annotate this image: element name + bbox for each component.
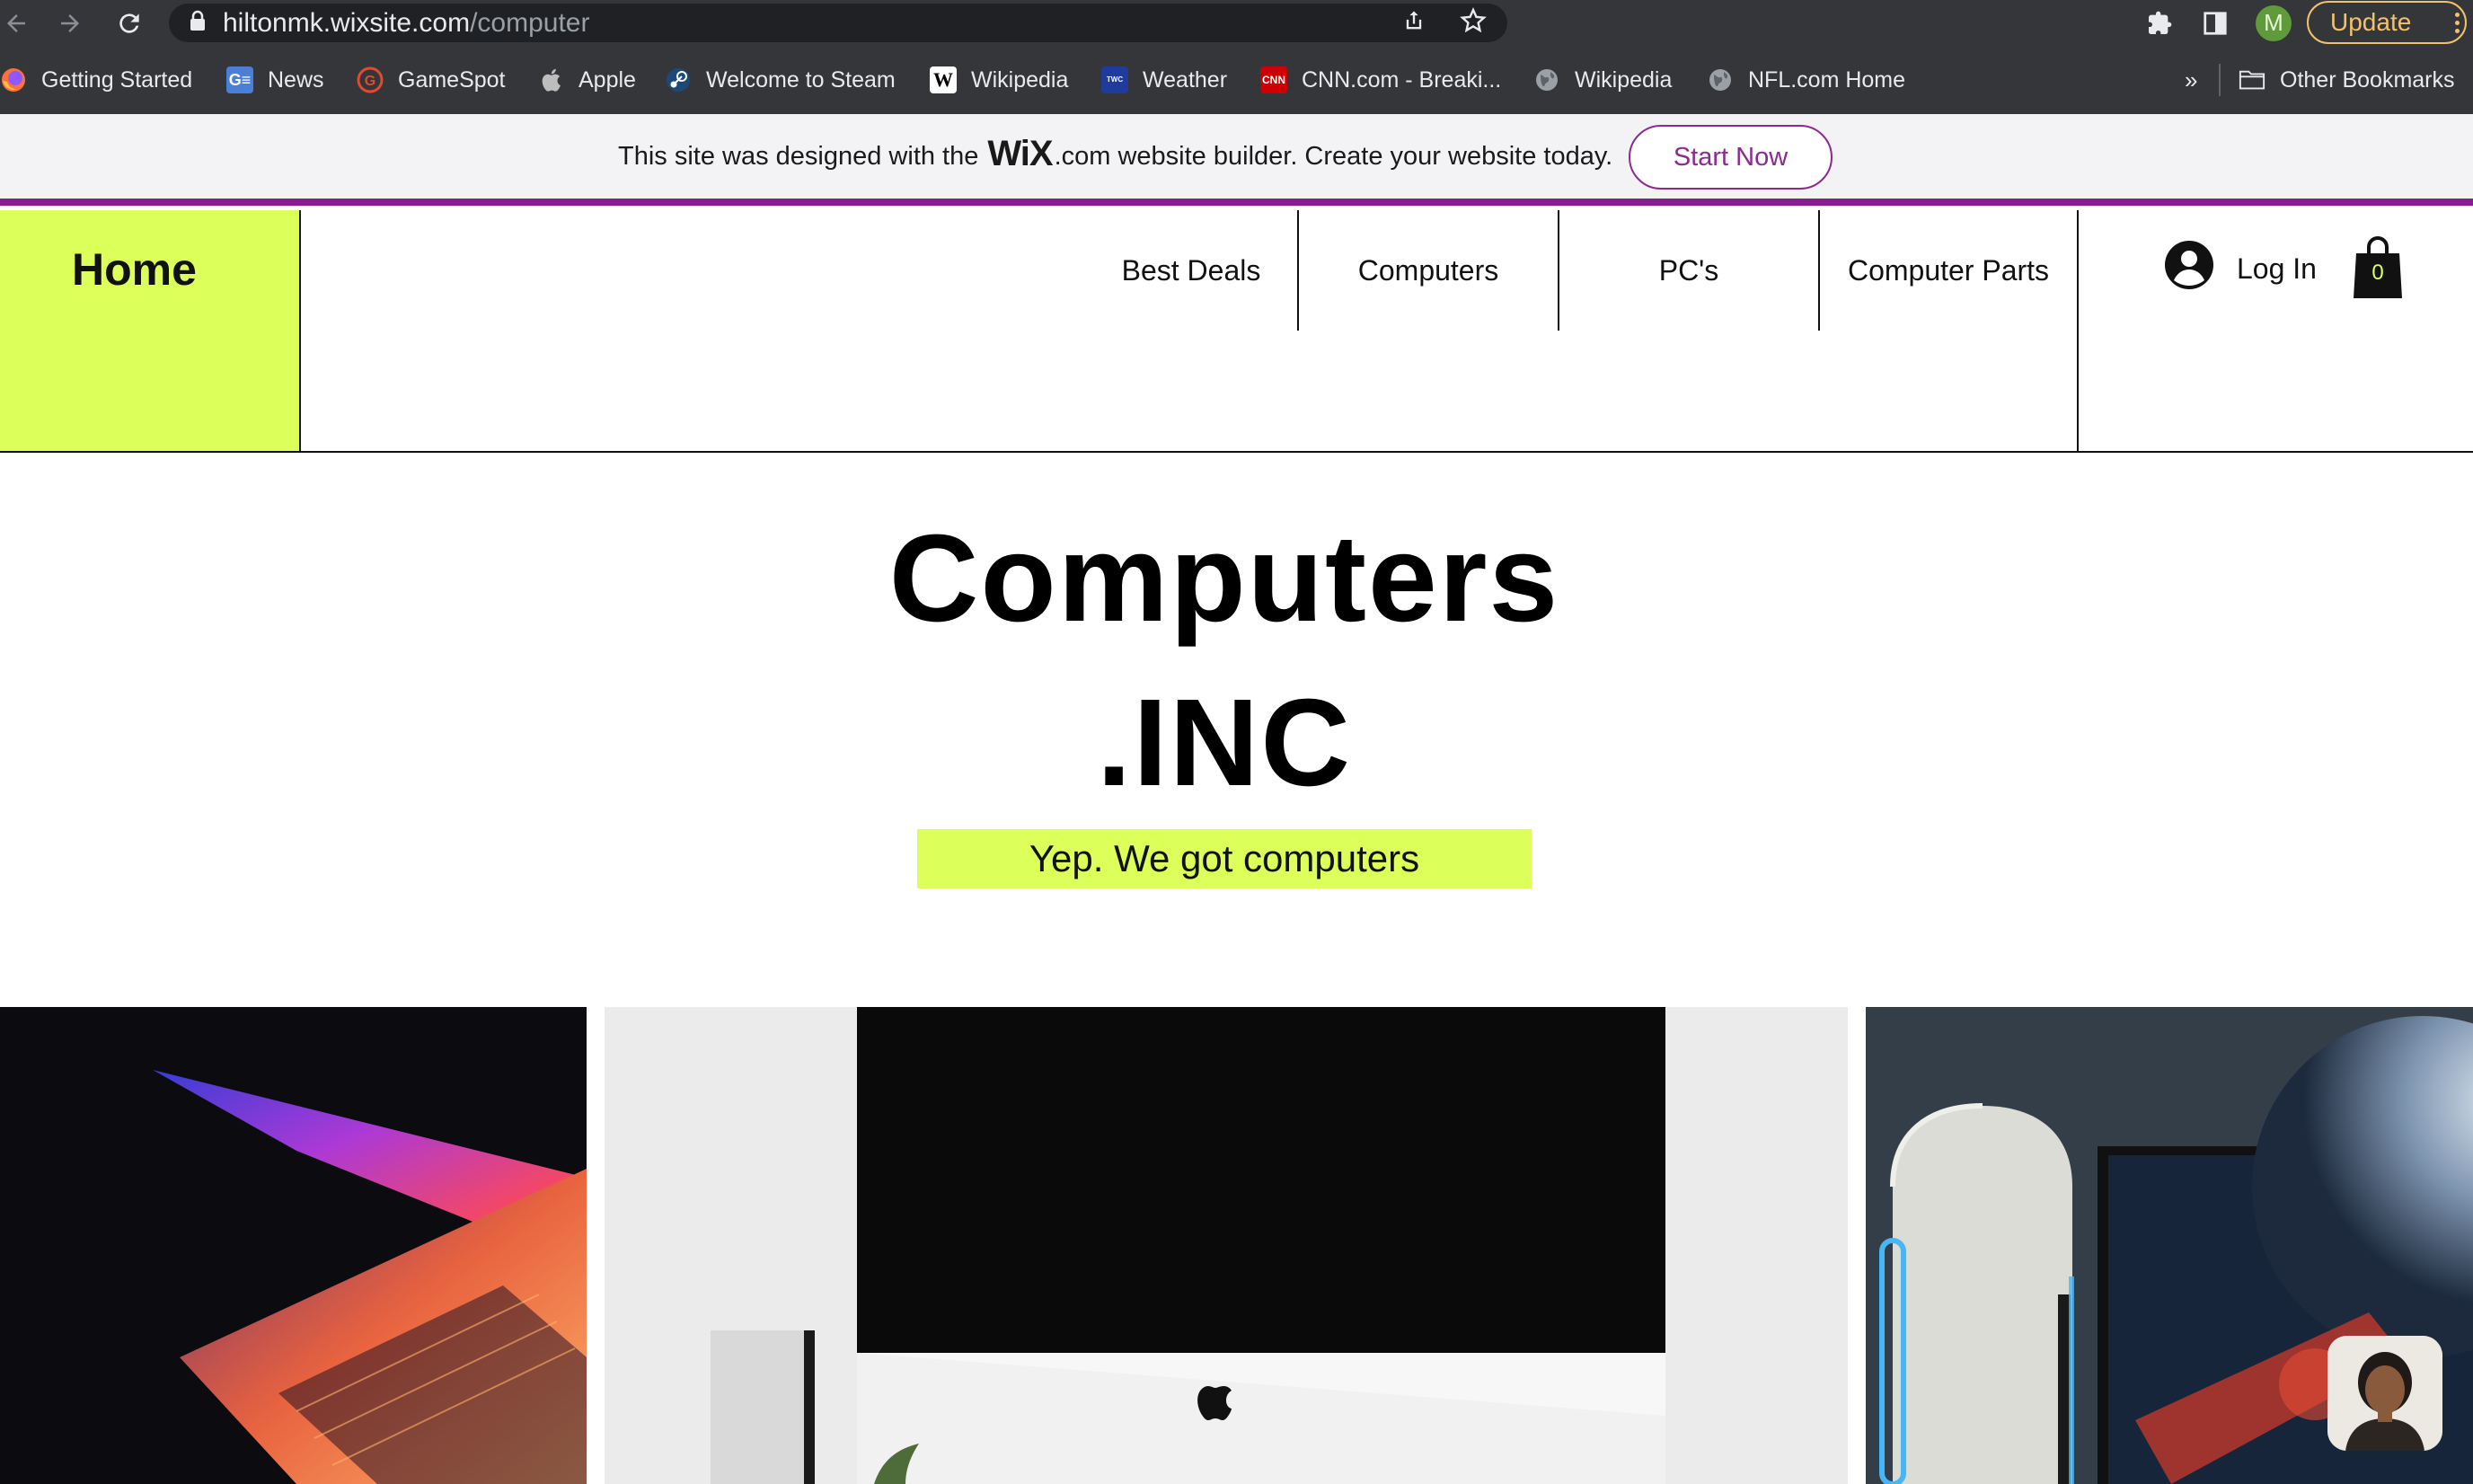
bookmark-label: Weather xyxy=(1143,66,1228,93)
bookmark-label: Wikipedia xyxy=(1575,66,1673,93)
svg-text:G: G xyxy=(365,74,375,89)
bookmark-label: Getting Started xyxy=(41,66,193,93)
extensions-icon[interactable] xyxy=(2142,0,2177,46)
overflow-label: » xyxy=(2185,66,2198,93)
bookmark-news[interactable]: G≡ News xyxy=(226,46,324,114)
bookmark-gamespot[interactable]: G GameSpot xyxy=(357,46,506,114)
bookmark-label: GameSpot xyxy=(398,66,506,93)
cart-count: 0 xyxy=(2371,261,2384,285)
promo-text-after: .com website builder. Create your websit… xyxy=(1054,141,1613,171)
bookmarks-overflow-button[interactable]: » xyxy=(2185,46,2197,114)
bookmark-wikipedia[interactable]: W Wikipedia xyxy=(930,46,1068,114)
wikipedia-icon: W xyxy=(930,66,957,93)
sidebar-icon[interactable] xyxy=(2197,0,2233,46)
folder-icon xyxy=(2239,66,2265,93)
bookmark-label: Apple xyxy=(579,66,636,93)
nav-best-deals[interactable]: Best Deals xyxy=(1085,210,1297,331)
laptop-photo[interactable] xyxy=(0,1007,587,1484)
url-text: hiltonmk.wixsite.com/computer xyxy=(223,7,590,38)
video-chat-avatar[interactable] xyxy=(2327,1336,2442,1451)
nav-computers[interactable]: Computers xyxy=(1299,210,1558,331)
bookmark-label: NFL.com Home xyxy=(1748,66,1906,93)
google-news-icon: G≡ xyxy=(226,66,253,93)
login-label: Log In xyxy=(2237,252,2317,285)
back-arrow-icon[interactable] xyxy=(0,0,32,46)
promo-text-before: This site was designed with the xyxy=(618,141,979,171)
tagline: Yep. We got computers xyxy=(917,829,1532,888)
wix-promo-text: This site was designed with the WiX .com… xyxy=(618,114,1612,199)
bookmark-weather[interactable]: TWC Weather xyxy=(1101,46,1227,114)
bookmark-wikipedia-2[interactable]: Wikipedia xyxy=(1533,46,1672,114)
cnn-icon: CNN xyxy=(1260,66,1287,93)
steam-icon xyxy=(665,66,692,93)
globe-icon xyxy=(1707,66,1734,93)
bookmark-label: Wikipedia xyxy=(971,66,1069,93)
bookmark-steam[interactable]: Welcome to Steam xyxy=(665,46,896,114)
start-now-button[interactable]: Start Now xyxy=(1629,125,1833,190)
bookmark-label: Welcome to Steam xyxy=(706,66,896,93)
bookmark-getting-started[interactable]: Getting Started xyxy=(0,46,192,114)
profile-avatar[interactable]: M xyxy=(2254,0,2293,46)
bookmark-label: News xyxy=(268,66,324,93)
share-icon[interactable] xyxy=(1401,7,1426,39)
bookmark-nfl[interactable]: NFL.com Home xyxy=(1707,46,1905,114)
star-icon[interactable] xyxy=(1459,6,1488,40)
forward-arrow-icon[interactable] xyxy=(50,0,90,46)
hero-subtitle: .INC xyxy=(1097,674,1352,812)
other-bookmarks-button[interactable]: Other Bookmarks xyxy=(2239,46,2455,114)
lock-icon xyxy=(189,10,207,36)
hero-title: Computers xyxy=(888,509,1560,648)
bookmark-cnn[interactable]: CNN CNN.com - Breaki... xyxy=(1260,46,1501,114)
site-header: Home Best Deals Computers PC's Computer … xyxy=(0,206,2473,453)
user-avatar-icon xyxy=(2165,241,2213,296)
bookmarks-bar: Getting Started G≡ News G GameSpot Apple… xyxy=(0,46,2473,115)
wix-promo-banner: This site was designed with the WiX .com… xyxy=(0,114,2473,199)
weather-channel-icon: TWC xyxy=(1101,66,1128,93)
nav-pcs[interactable]: PC's xyxy=(1559,210,1818,331)
gamespot-icon: G xyxy=(357,66,384,93)
profile-initial: M xyxy=(2256,4,2292,41)
bookmark-label: CNN.com - Breaki... xyxy=(1302,66,1502,93)
wix-logo: WiX xyxy=(987,133,1053,173)
cart-button[interactable]: 0 xyxy=(2352,235,2404,300)
update-label: Update xyxy=(2330,8,2412,36)
other-bookmarks-label: Other Bookmarks xyxy=(2280,66,2455,93)
login-button[interactable]: Log In xyxy=(2165,241,2317,296)
update-button[interactable]: Update xyxy=(2307,1,2467,44)
home-link[interactable]: Home xyxy=(72,243,197,296)
bookmarks-divider xyxy=(2219,64,2221,96)
firefox-icon xyxy=(0,66,27,93)
bookmark-apple[interactable]: Apple xyxy=(537,46,636,114)
globe-icon xyxy=(1533,66,1560,93)
more-icon[interactable] xyxy=(2455,3,2460,42)
header-divider xyxy=(2077,210,2079,451)
browser-toolbar: hiltonmk.wixsite.com/computer M Update xyxy=(0,0,2473,46)
nav-computer-parts[interactable]: Computer Parts xyxy=(1820,210,2077,331)
banner-divider xyxy=(0,199,2473,206)
home-tile[interactable]: Home xyxy=(0,210,301,451)
apple-icon xyxy=(537,66,564,93)
address-bar[interactable]: hiltonmk.wixsite.com/computer xyxy=(169,4,1507,42)
reload-icon[interactable] xyxy=(110,0,149,46)
imac-photo[interactable] xyxy=(605,1007,1848,1484)
